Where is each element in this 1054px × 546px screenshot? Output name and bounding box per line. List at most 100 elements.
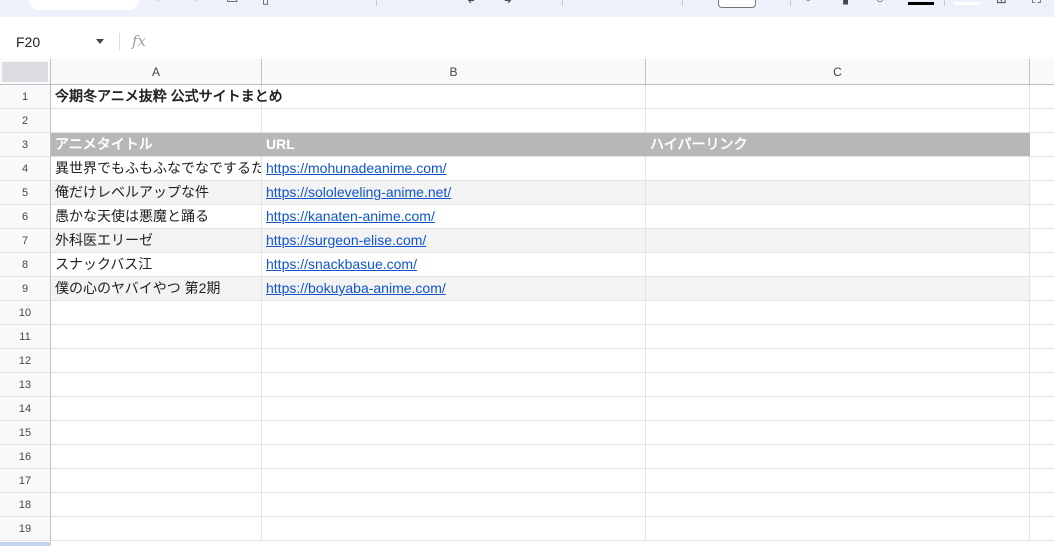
cell-b18[interactable] (262, 493, 646, 517)
row-header[interactable]: 14 (0, 397, 51, 421)
cell-b11[interactable] (262, 325, 646, 349)
cell-d3[interactable] (1030, 133, 1054, 157)
cell-a3[interactable]: アニメタイトル (51, 133, 262, 157)
sheet-tab[interactable] (0, 542, 51, 546)
cell-c3[interactable]: ハイパーリンク (646, 133, 1030, 157)
column-header-a[interactable]: A (51, 59, 262, 85)
increase-decimal-icon[interactable]: ↳ (502, 0, 513, 5)
cell-c1[interactable] (646, 85, 1030, 109)
row-header[interactable]: 17 (0, 469, 51, 493)
cell-a11[interactable] (51, 325, 262, 349)
cell-c12[interactable] (646, 349, 1030, 373)
cell-d10[interactable] (1030, 301, 1054, 325)
cell-a13[interactable] (51, 373, 262, 397)
cell-b6[interactable]: https://kanaten-anime.com/ (262, 205, 646, 229)
cell-c13[interactable] (646, 373, 1030, 397)
cell-d9[interactable] (1030, 277, 1054, 301)
cell-c2[interactable] (646, 109, 1030, 133)
row-header[interactable]: 18 (0, 493, 51, 517)
row-header[interactable]: 8 (0, 253, 51, 277)
cell-b1[interactable] (262, 85, 646, 109)
row-header[interactable]: 4 (0, 157, 51, 181)
row-header[interactable]: 3 (0, 133, 51, 157)
fill-color-indicator[interactable] (954, 2, 980, 5)
italic-icon[interactable]: ▮ (842, 0, 849, 5)
cell-c16[interactable] (646, 445, 1030, 469)
cell-a12[interactable] (51, 349, 262, 373)
column-header-c[interactable]: C (646, 59, 1030, 85)
cell-a5[interactable]: 俺だけレベルアップな件 (51, 181, 262, 205)
cell-c4[interactable] (646, 157, 1030, 181)
cell-d6[interactable] (1030, 205, 1054, 229)
cell-b17[interactable] (262, 469, 646, 493)
cell-d8[interactable] (1030, 253, 1054, 277)
column-header-d[interactable] (1030, 59, 1054, 85)
cell-d11[interactable] (1030, 325, 1054, 349)
column-header-b[interactable]: B (262, 59, 646, 85)
cell-c11[interactable] (646, 325, 1030, 349)
bold-icon[interactable]: ▫ (806, 0, 811, 5)
cell-d13[interactable] (1030, 373, 1054, 397)
cell-d4[interactable] (1030, 157, 1054, 181)
row-header[interactable]: 7 (0, 229, 51, 253)
cell-a10[interactable] (51, 301, 262, 325)
cell-d2[interactable] (1030, 109, 1054, 133)
cell-a1[interactable]: 今期冬アニメ抜粋 公式サイトまとめ (51, 85, 283, 109)
text-color-indicator[interactable] (908, 2, 934, 5)
url-link[interactable]: https://sololeveling-anime.net/ (266, 184, 451, 200)
cell-b16[interactable] (262, 445, 646, 469)
cell-b7[interactable]: https://surgeon-elise.com/ (262, 229, 646, 253)
cell-b10[interactable] (262, 301, 646, 325)
cell-c7[interactable] (646, 229, 1030, 253)
cell-a2[interactable] (51, 109, 262, 133)
cell-d16[interactable] (1030, 445, 1054, 469)
cell-b3[interactable]: URL (262, 133, 646, 157)
cell-a15[interactable] (51, 421, 262, 445)
cell-b4[interactable]: https://mohunadeanime.com/ (262, 157, 646, 181)
cell-b19[interactable] (262, 517, 646, 541)
row-header[interactable]: 11 (0, 325, 51, 349)
cell-b14[interactable] (262, 397, 646, 421)
url-link[interactable]: https://surgeon-elise.com/ (266, 232, 426, 248)
cell-a4[interactable]: 異世界でもふもふなでなでするためにがんばってます。 (51, 157, 262, 181)
cell-d12[interactable] (1030, 349, 1054, 373)
cell-b9[interactable]: https://bokuyaba-anime.com/ (262, 277, 646, 301)
cell-b13[interactable] (262, 373, 646, 397)
cell-d7[interactable] (1030, 229, 1054, 253)
print-icon[interactable]: ▭ (226, 0, 238, 5)
select-all-corner[interactable] (0, 59, 51, 85)
row-header[interactable]: 13 (0, 373, 51, 397)
strikethrough-icon[interactable]: ○ (876, 0, 884, 5)
cell-a16[interactable] (51, 445, 262, 469)
cell-b15[interactable] (262, 421, 646, 445)
zoom-select[interactable]: ▪▪▪ (296, 0, 308, 5)
cell-a17[interactable] (51, 469, 262, 493)
search-menus-pill[interactable] (28, 0, 140, 10)
merge-cells-icon[interactable]: ⛶ (1032, 0, 1041, 5)
cell-a19[interactable] (51, 517, 262, 541)
cell-c10[interactable] (646, 301, 1030, 325)
row-header[interactable]: 2 (0, 109, 51, 133)
cell-a7[interactable]: 外科医エリーゼ (51, 229, 262, 253)
undo-icon[interactable]: ↶ (155, 0, 166, 5)
row-header[interactable]: 5 (0, 181, 51, 205)
borders-icon[interactable]: ⊞ (996, 0, 1007, 5)
row-header[interactable]: 15 (0, 421, 51, 445)
row-header[interactable]: 9 (0, 277, 51, 301)
cell-b12[interactable] (262, 349, 646, 373)
row-header[interactable]: 12 (0, 349, 51, 373)
redo-icon[interactable]: ↷ (188, 0, 199, 5)
cell-d14[interactable] (1030, 397, 1054, 421)
chevron-down-icon[interactable] (96, 39, 104, 44)
cell-c6[interactable] (646, 205, 1030, 229)
cell-d17[interactable] (1030, 469, 1054, 493)
cell-c8[interactable] (646, 253, 1030, 277)
row-header[interactable]: 10 (0, 301, 51, 325)
name-box[interactable]: F20 (16, 34, 40, 50)
cell-a6[interactable]: 愚かな天使は悪魔と踊る (51, 205, 262, 229)
row-header[interactable]: 6 (0, 205, 51, 229)
url-link[interactable]: https://bokuyaba-anime.com/ (266, 280, 446, 296)
row-header[interactable]: 1 (0, 85, 51, 109)
cell-b8[interactable]: https://snackbasue.com/ (262, 253, 646, 277)
paint-format-icon[interactable]: ▯ (262, 0, 269, 5)
